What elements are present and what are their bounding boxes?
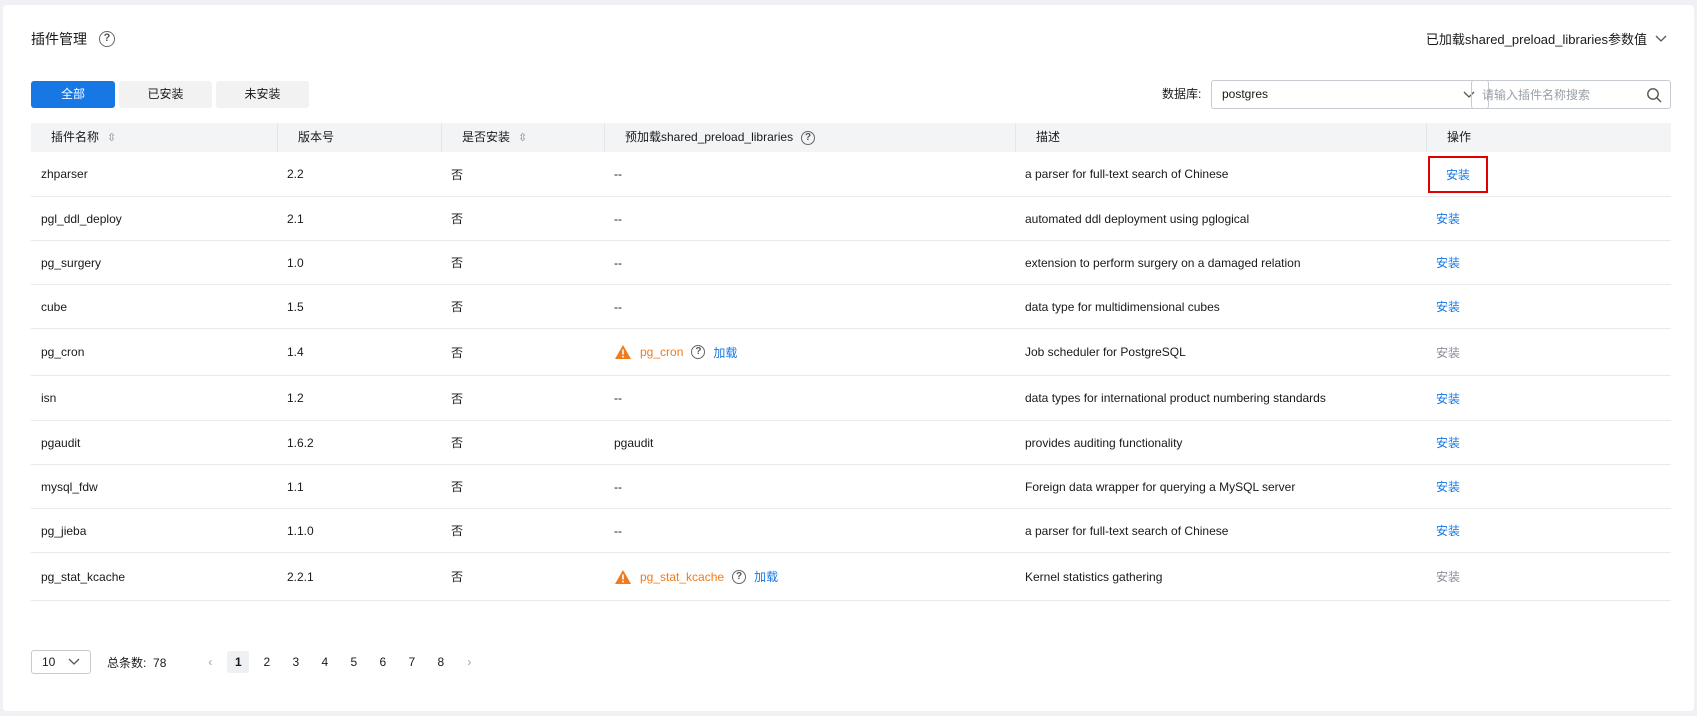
install-button[interactable]: 安装 (1436, 212, 1460, 226)
table-header: 插件名称 ⇳ 版本号 是否安装 ⇳ 预加载shared_preload_librar… (31, 123, 1671, 152)
column-header-description: 描述 (1015, 123, 1426, 152)
page-1[interactable]: 1 (227, 651, 250, 673)
page-6[interactable]: 6 (368, 651, 397, 673)
page-title: 插件管理 (31, 31, 87, 47)
sort-icon[interactable]: ⇳ (107, 132, 116, 143)
page-list: ‹ 1 2 3 4 5 6 7 8 › (196, 651, 483, 673)
install-button[interactable]: 安装 (1436, 570, 1460, 584)
install-button[interactable]: 安装 (1436, 346, 1460, 360)
plugin-management-panel: 插件管理 ? 已加载shared_preload_libraries参数值 全部… (3, 5, 1694, 711)
column-header-installed[interactable]: 是否安装 ⇳ (441, 123, 604, 152)
install-button[interactable]: 安装 (1436, 524, 1460, 538)
page-2[interactable]: 2 (252, 651, 281, 673)
prev-page-icon[interactable]: ‹ (196, 655, 224, 669)
load-button[interactable]: 加载 (754, 568, 778, 585)
database-label: 数据库: (1162, 87, 1202, 101)
plugin-search-box (1471, 80, 1671, 109)
plugin-search-input[interactable] (1472, 81, 1632, 108)
table-row: pgaudit 1.6.2 否 pgaudit provides auditin… (31, 421, 1671, 465)
table-row: mysql_fdw 1.1 否 -- Foreign data wrapper … (31, 465, 1671, 509)
help-icon[interactable]: ? (691, 345, 706, 359)
database-select[interactable]: postgres (1211, 80, 1489, 109)
next-page-icon[interactable]: › (455, 655, 483, 669)
load-button[interactable]: 加载 (713, 344, 737, 361)
search-icon[interactable] (1646, 87, 1662, 103)
preload-library-name: pg_cron (640, 345, 684, 359)
pagination: 10 总条数: 78 ‹ 1 2 3 4 5 6 7 8 › (31, 650, 483, 674)
install-filter-tabs: 全部 已安装 未安装 (31, 81, 309, 108)
table-row: cube 1.5 否 -- data type for multidimensi… (31, 285, 1671, 329)
install-button[interactable]: 安装 (1436, 392, 1460, 406)
page-size-select[interactable]: 10 (31, 650, 91, 674)
table-row: pg_jieba 1.1.0 否 -- a parser for full-te… (31, 509, 1671, 553)
tab-not-installed[interactable]: 未安装 (216, 81, 309, 108)
install-button[interactable]: 安装 (1446, 168, 1470, 182)
sort-icon[interactable]: ⇳ (518, 132, 527, 143)
column-header-preload: 预加载shared_preload_libraries? (604, 123, 1015, 152)
plugin-table: 插件名称 ⇳ 版本号 是否安装 ⇳ 预加载shared_preload_librar… (31, 123, 1671, 601)
preload-library-name: pg_stat_kcache (640, 569, 725, 584)
table-row: pg_cron 1.4 否 pg_cron ? 加载 Job scheduler… (31, 329, 1671, 376)
help-icon[interactable]: ? (801, 130, 816, 145)
table-row: zhparser 2.2 否 -- a parser for full-text… (31, 152, 1671, 197)
preload-libraries-label: 已加载shared_preload_libraries参数值 (1425, 32, 1647, 47)
help-icon[interactable]: ? (99, 31, 115, 47)
page-8[interactable]: 8 (426, 651, 455, 673)
table-row: pgl_ddl_deploy 2.1 否 -- automated ddl de… (31, 197, 1671, 241)
table-row: pg_stat_kcache 2.2.1 否 pg_stat_kcache ? … (31, 553, 1671, 601)
column-header-actions: 操作 (1426, 123, 1671, 152)
install-button[interactable]: 安装 (1436, 300, 1460, 314)
total-count: 总条数: 78 (107, 655, 167, 670)
table-row: isn 1.2 否 -- data types for internationa… (31, 376, 1671, 421)
column-header-name[interactable]: 插件名称 ⇳ (31, 123, 277, 152)
warning-icon (615, 569, 631, 584)
chevron-down-icon (1655, 35, 1667, 42)
install-button[interactable]: 安装 (1436, 436, 1460, 450)
page-3[interactable]: 3 (281, 651, 310, 673)
tab-installed[interactable]: 已安装 (119, 81, 212, 108)
page-4[interactable]: 4 (310, 651, 339, 673)
chevron-down-icon (68, 658, 80, 665)
page-7[interactable]: 7 (397, 651, 426, 673)
database-select-value: postgres (1222, 87, 1269, 101)
column-header-version: 版本号 (277, 123, 441, 152)
page-5[interactable]: 5 (339, 651, 368, 673)
install-button[interactable]: 安装 (1436, 256, 1460, 270)
tab-all[interactable]: 全部 (31, 81, 115, 108)
preload-libraries-dropdown[interactable]: 已加载shared_preload_libraries参数值 (1426, 29, 1667, 48)
table-row: pg_surgery 1.0 否 -- extension to perform… (31, 241, 1671, 285)
help-icon[interactable]: ? (732, 569, 747, 584)
install-button[interactable]: 安装 (1436, 480, 1460, 494)
warning-icon (615, 345, 631, 359)
